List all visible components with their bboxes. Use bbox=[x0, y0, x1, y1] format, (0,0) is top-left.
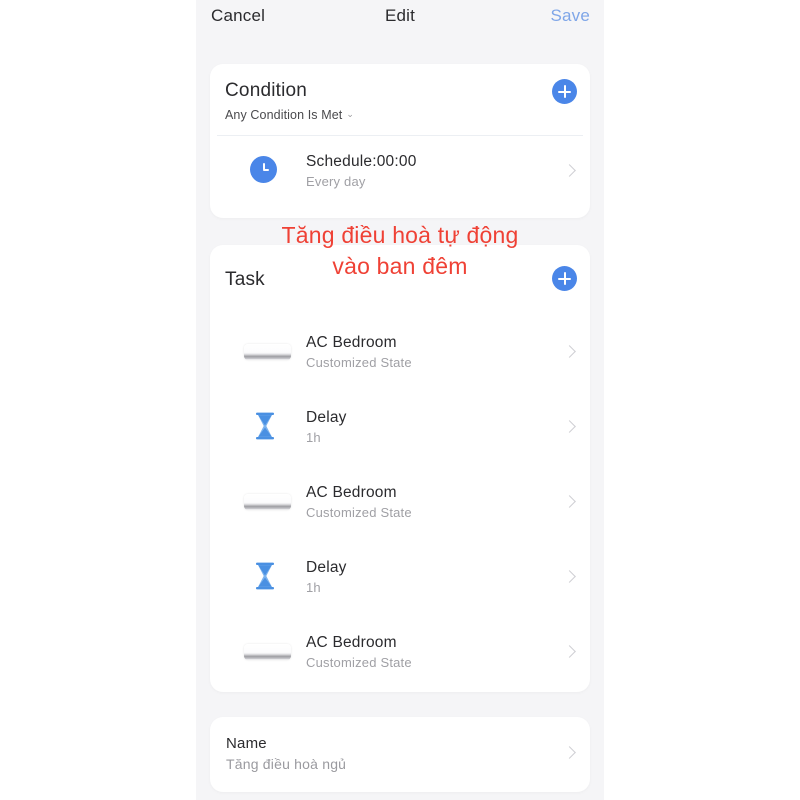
save-button[interactable]: Save bbox=[550, 6, 590, 26]
add-task-button[interactable] bbox=[552, 266, 577, 291]
task-row[interactable]: Delay 1h bbox=[210, 390, 590, 465]
task-row[interactable]: AC Bedroom Customized State bbox=[210, 615, 590, 690]
condition-card: Condition Any Condition Is Met ⌄ Schedule… bbox=[210, 64, 590, 218]
task-row[interactable]: AC Bedroom Customized State bbox=[210, 315, 590, 390]
task-row-title: Delay bbox=[306, 559, 347, 576]
air-conditioner-icon-wrap bbox=[242, 615, 294, 690]
add-condition-button[interactable] bbox=[552, 79, 577, 104]
chevron-right-icon bbox=[565, 163, 574, 179]
task-title: Task bbox=[225, 269, 265, 290]
task-row-subtitle: Customized State bbox=[306, 505, 412, 520]
condition-row-schedule[interactable]: Schedule:00:00 Every day bbox=[210, 134, 590, 209]
hourglass-icon-wrap bbox=[242, 540, 294, 615]
clock-icon-wrap bbox=[242, 134, 294, 209]
task-row-title: AC Bedroom bbox=[306, 334, 397, 351]
task-row-subtitle: 1h bbox=[306, 580, 321, 595]
name-row[interactable]: Name Tăng điều hoà ngủ bbox=[210, 717, 590, 792]
phone-screen: Cancel Edit Save Condition Any Condition… bbox=[196, 0, 604, 800]
chevron-right-icon bbox=[565, 644, 574, 660]
task-row-title: AC Bedroom bbox=[306, 634, 397, 651]
task-row-subtitle: Customized State bbox=[306, 655, 412, 670]
air-conditioner-icon-wrap bbox=[242, 315, 294, 390]
condition-row-subtitle: Every day bbox=[306, 174, 366, 189]
air-conditioner-icon bbox=[244, 344, 291, 360]
chevron-right-icon bbox=[565, 745, 574, 761]
chevron-right-icon bbox=[565, 419, 574, 435]
task-row-text: Delay 1h bbox=[306, 408, 347, 447]
task-row-text: AC Bedroom Customized State bbox=[306, 483, 412, 522]
name-value: Tăng điều hoà ngủ bbox=[226, 756, 347, 772]
task-card: Task AC Bedroom Customized State Delay 1… bbox=[210, 245, 590, 692]
hourglass-icon-wrap bbox=[242, 390, 294, 465]
task-row-title: AC Bedroom bbox=[306, 484, 397, 501]
task-row[interactable]: AC Bedroom Customized State bbox=[210, 465, 590, 540]
condition-row-text: Schedule:00:00 Every day bbox=[306, 152, 417, 191]
air-conditioner-icon bbox=[244, 494, 291, 510]
condition-card-header: Condition Any Condition Is Met ⌄ bbox=[210, 64, 590, 136]
task-row-text: AC Bedroom Customized State bbox=[306, 633, 412, 672]
air-conditioner-icon-wrap bbox=[242, 465, 294, 540]
chevron-right-icon bbox=[565, 344, 574, 360]
air-conditioner-icon bbox=[244, 644, 291, 660]
hourglass-icon bbox=[256, 562, 274, 590]
clock-icon bbox=[250, 156, 277, 183]
page-title: Edit bbox=[384, 6, 416, 25]
chevron-right-icon bbox=[565, 494, 574, 510]
task-row-text: Delay 1h bbox=[306, 558, 347, 597]
navigation-bar: Cancel Edit Save bbox=[196, 0, 604, 46]
task-row-title: Delay bbox=[306, 409, 347, 426]
task-row-text: AC Bedroom Customized State bbox=[306, 333, 412, 372]
chevron-right-icon bbox=[565, 569, 574, 585]
name-label: Name bbox=[226, 735, 267, 752]
condition-title: Condition bbox=[225, 80, 308, 101]
task-row-subtitle: 1h bbox=[306, 430, 321, 445]
task-card-header: Task bbox=[210, 245, 590, 315]
hourglass-icon bbox=[256, 412, 274, 440]
condition-row-title: Schedule:00:00 bbox=[306, 153, 417, 170]
condition-mode-selector[interactable]: Any Condition Is Met ⌄ bbox=[225, 108, 354, 122]
chevron-down-icon: ⌄ bbox=[346, 109, 354, 119]
task-row[interactable]: Delay 1h bbox=[210, 540, 590, 615]
task-row-subtitle: Customized State bbox=[306, 355, 412, 370]
condition-mode-label: Any Condition Is Met bbox=[225, 108, 343, 122]
name-card[interactable]: Name Tăng điều hoà ngủ bbox=[210, 717, 590, 792]
